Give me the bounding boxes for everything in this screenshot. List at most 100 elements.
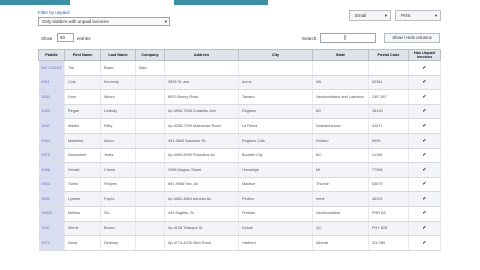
email-button-label: Email (355, 13, 367, 18)
checkmark-icon: ✔ (408, 206, 441, 222)
checkmark-icon: ✔ (408, 104, 441, 120)
last-name-cell: Kennedy (100, 75, 136, 91)
postal-code-cell: PHY 828 (368, 221, 409, 237)
table-row[interactable]: 15003 Mellisa Siu 440 Sagittis, St. Preston N… (38, 206, 441, 222)
postal-code-cell: PHR B3 (368, 206, 409, 222)
col-has-unpaid-header[interactable]: Has Unpaid Invoices (408, 49, 441, 61)
postal-code-cell: 77996 (368, 162, 409, 178)
entries-label: entries (77, 36, 91, 41)
city-cell: La Reina (238, 118, 313, 134)
checkmark-icon: ✔ (408, 235, 441, 251)
chevron-down-icon: ▾ (434, 13, 437, 18)
paddle-cell: 0004 (38, 177, 65, 193)
col-address-header[interactable]: Address (164, 49, 239, 61)
col-city-header[interactable]: City (238, 49, 313, 61)
table-row[interactable]: 1037 Merrill Brown Ap #128 Tristique St. Dul… (38, 221, 441, 237)
company-cell (135, 89, 165, 105)
table-row[interactable]: 1071 Nona Delaney Ap #774-4226 Nibh Road Har… (38, 235, 441, 251)
postal-code-cell: 41108 (368, 148, 409, 164)
last-name-cell: Baker (100, 60, 136, 76)
postal-code-cell: 31671 (368, 118, 409, 134)
table-row[interactable]: 2001 Hunt Moore 8923 Bonny Road Tamaro Newfou… (38, 89, 441, 105)
last-name-cell: Cheek (100, 162, 136, 178)
address-cell: 691-9986 Nec, Av. (164, 177, 239, 193)
address-cell: Ap #989-8099 Phasellus Av. (164, 148, 239, 164)
col-state-header[interactable]: State (312, 49, 369, 61)
checkmark-icon: ✔ (408, 89, 441, 105)
state-cell: Alberta (312, 235, 369, 251)
show-hide-columns-button[interactable]: Show / Hide columns (384, 33, 440, 43)
postal-code-cell: Z0I 2B9 (368, 235, 409, 251)
address-cell: Ap #338-2759 Maecenas Road (164, 118, 239, 134)
unpaid-filter-select[interactable]: Only bidders with unpaid invoices ▾ (38, 17, 170, 26)
address-cell (164, 60, 239, 76)
table-row[interactable]: 1003 Regan Lindsay Ap #954-7008 Curabitur A… (38, 104, 441, 120)
paddle-cell: 4011 (38, 75, 65, 91)
company-cell (135, 75, 165, 91)
address-cell: Ap #954-7008 Curabitur Ave (164, 104, 239, 120)
col-postal-code-header[interactable]: Postal Code (368, 49, 409, 61)
table-row[interactable]: 4375 Nozomiere Yeats Ap #989-8099 Phasellus… (38, 148, 441, 164)
first-name-cell: Tuello (64, 177, 101, 193)
last-name-cell: Delaney (100, 235, 136, 251)
company-cell: Mart (135, 60, 165, 76)
print-button-label: Print (401, 13, 411, 18)
first-name-cell: Merrill (64, 221, 101, 237)
table-row[interactable]: 0047 Maldin Riley Ap #338-2759 Maecenas Roa… (38, 118, 441, 134)
table-row[interactable]: 3002 Lynsee Foyes Ap #362-4864 Aenean Av. Pe… (38, 191, 441, 207)
table-row[interactable]: NO CLIENT Tim Baker Mart ✔ (38, 60, 441, 76)
address-cell: Ap #774-4226 Nibh Road (164, 235, 239, 251)
paddle-cell: 15003 (38, 206, 65, 222)
table-row[interactable]: 1004 Madeline Acton 491-9863 Nascetur St. Ru… (38, 133, 441, 149)
city-cell: Rugiano Calk (238, 133, 313, 149)
state-cell: Saskatchewan (312, 118, 369, 134)
state-cell: MI (312, 162, 369, 178)
address-cell: 2998 Magna, Street (164, 162, 239, 178)
state-cell: BC (312, 104, 369, 120)
state-cell: Ontario (312, 133, 369, 149)
city-cell: Acme (238, 75, 313, 91)
company-cell (135, 118, 165, 134)
first-name-cell: Mellisa (64, 206, 101, 222)
tab-bidders[interactable] (0, 0, 70, 5)
state-cell: BC (312, 148, 369, 164)
company-cell (135, 235, 165, 251)
city-cell (238, 60, 313, 76)
first-name-cell: Nozomiere (64, 148, 101, 164)
first-name-cell: Cole (64, 75, 101, 91)
table-row[interactable]: 1006 Gerald Cheek 2998 Magna, Street Hunslei… (38, 162, 441, 178)
company-cell (135, 221, 165, 237)
email-button[interactable]: Email ▾ (349, 10, 391, 21)
table-row[interactable]: 0004 Tuello Rhoyes 691-9986 Nec, Av. Malibue… (38, 177, 441, 193)
paddle-cell: 1006 (38, 162, 65, 178)
state-cell: Thuriné (312, 177, 369, 193)
company-cell (135, 177, 165, 193)
first-name-cell: Tim (64, 60, 101, 76)
table-row[interactable]: 4011 Cole Kennedy 3995 St. ave Acme AB 52361 ✔ (38, 75, 441, 91)
last-name-cell: Brown (100, 221, 136, 237)
last-name-cell: Rhoyes (100, 177, 136, 193)
paddle-cell: 1037 (38, 221, 65, 237)
postal-code-cell: 6505 (368, 133, 409, 149)
paddle-cell: 2001 (38, 89, 65, 105)
col-company-header[interactable]: Company (135, 49, 165, 61)
first-name-cell: Hunt (64, 89, 101, 105)
tab-invoices[interactable] (174, 0, 268, 5)
city-cell: Preston (238, 206, 313, 222)
state-cell (312, 60, 369, 76)
col-first-name-header[interactable]: First Name (64, 49, 101, 61)
search-label: Search: (302, 36, 318, 41)
first-name-cell: Nona (64, 235, 101, 251)
print-button[interactable]: Print ▾ (395, 10, 441, 21)
paddle-cell: NO CLIENT (38, 60, 65, 76)
col-last-name-header[interactable]: Last Name (100, 49, 136, 61)
col-paddle-header[interactable]: Paddle (38, 49, 65, 61)
company-cell (135, 206, 165, 222)
entries-select[interactable]: 50 (57, 33, 74, 42)
city-cell: Pedem (238, 191, 313, 207)
address-cell: Ap #362-4864 Aenean Av. (164, 191, 239, 207)
postal-code-cell: 18139 (368, 104, 409, 120)
paddle-cell: 0047 (38, 118, 65, 134)
postal-code-cell (368, 60, 409, 76)
checkmark-icon: ✔ (408, 75, 441, 91)
